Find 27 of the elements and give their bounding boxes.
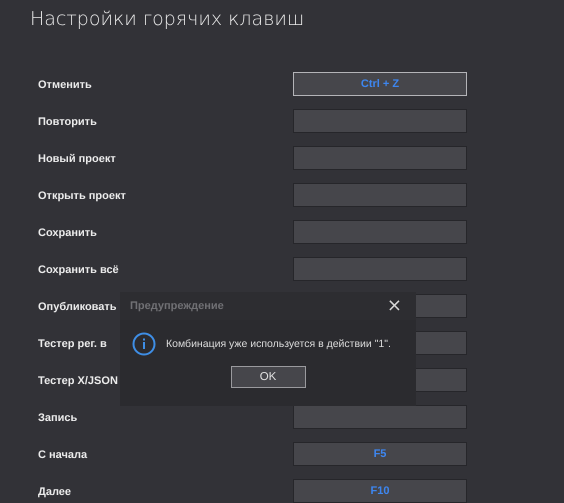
shortcut-field[interactable]: F5 bbox=[293, 442, 467, 466]
action-label: Открыть проект bbox=[38, 190, 126, 202]
action-label: Отменить bbox=[38, 79, 92, 91]
ok-button[interactable]: OK bbox=[230, 366, 306, 388]
action-label: Сохранить bbox=[38, 227, 97, 239]
dialog-title: Предупреждение bbox=[130, 300, 224, 312]
shortcut-field[interactable]: F10 bbox=[293, 479, 467, 503]
action-label: Тестер рег. в bbox=[38, 338, 107, 350]
dialog-message: Комбинация уже используется в действии "1". bbox=[166, 338, 391, 350]
shortcut-field[interactable] bbox=[293, 183, 467, 207]
action-label: Повторить bbox=[38, 116, 97, 128]
action-label: Опубликовать bbox=[38, 301, 117, 313]
shortcut-field[interactable] bbox=[293, 405, 467, 429]
page-title: Настройки горячих клавиш bbox=[30, 7, 304, 32]
shortcut-field[interactable] bbox=[293, 109, 467, 133]
shortcut-field[interactable]: Ctrl + Z bbox=[293, 72, 467, 96]
action-label: Сохранить всё bbox=[38, 264, 119, 276]
action-label: С начала bbox=[38, 449, 88, 461]
close-button[interactable]: × bbox=[382, 297, 406, 315]
action-label: Тестер X/JSON bbox=[38, 375, 118, 387]
shortcut-field[interactable] bbox=[293, 146, 467, 170]
action-label: Новый проект bbox=[38, 153, 116, 165]
info-icon bbox=[132, 332, 156, 356]
action-label: Далее bbox=[38, 486, 72, 498]
shortcut-field[interactable] bbox=[293, 257, 467, 281]
shortcut-field[interactable] bbox=[293, 220, 467, 244]
action-label: Запись bbox=[38, 412, 78, 424]
